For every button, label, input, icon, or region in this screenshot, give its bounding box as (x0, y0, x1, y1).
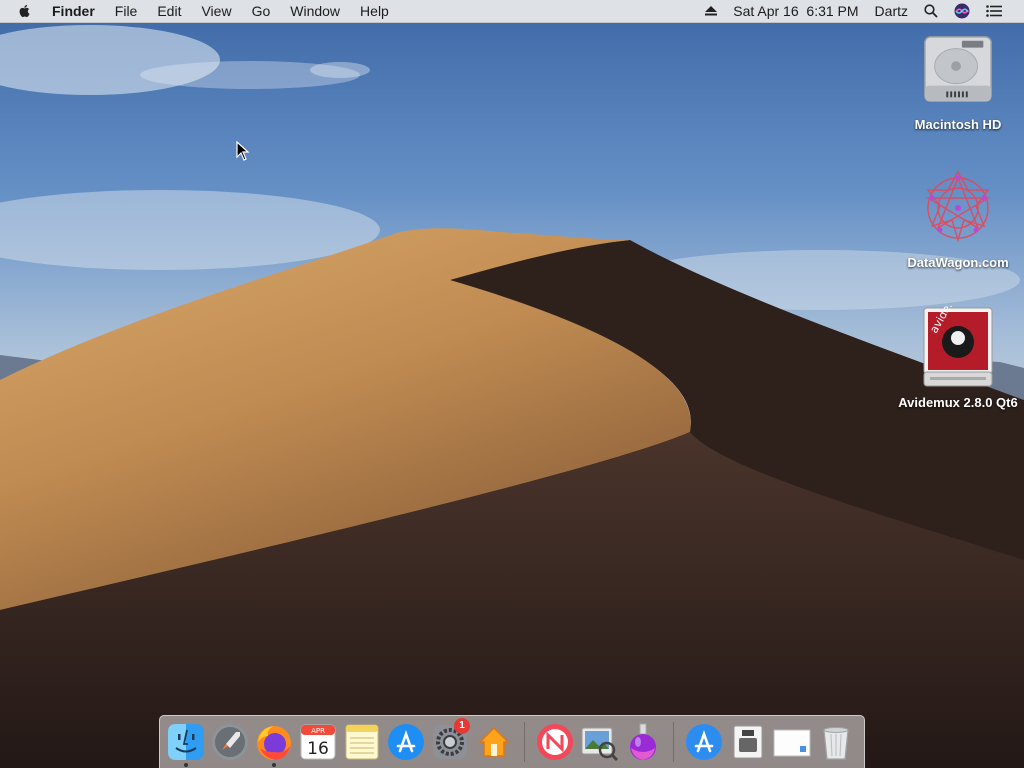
app-store-icon (388, 724, 424, 760)
home-icon (478, 726, 510, 757)
hard-drive-icon (918, 30, 998, 110)
dock-item-disk[interactable] (726, 720, 770, 764)
menu-view[interactable]: View (191, 0, 241, 22)
siri-icon[interactable] (946, 3, 978, 19)
apple-icon[interactable] (18, 2, 34, 20)
dock-item-system-preferences[interactable]: 1 (428, 718, 472, 764)
dock-item-potion[interactable] (621, 720, 665, 764)
user-name[interactable]: Dartz (867, 0, 916, 22)
menu-file[interactable]: File (105, 0, 148, 22)
menu-edit[interactable]: Edit (147, 0, 191, 22)
dock-item-downloads[interactable] (682, 720, 726, 764)
dock-item-preview[interactable] (577, 720, 621, 764)
firefox-icon (257, 726, 291, 760)
desktop-icon-macintosh-hd[interactable]: Macintosh HD (898, 30, 1018, 133)
document-icon (773, 729, 811, 757)
svg-text:APR: APR (311, 727, 325, 735)
search-icon[interactable] (916, 4, 946, 18)
dock-item-firefox[interactable] (252, 720, 296, 767)
desktop-icon-label: DataWagon.com (907, 255, 1009, 270)
dock-item-trash[interactable] (814, 720, 858, 764)
menu-help[interactable]: Help (350, 0, 399, 22)
menu-window[interactable]: Window (280, 0, 350, 22)
dock-item-calendar[interactable]: APR 16 (296, 720, 340, 764)
news-icon (537, 724, 573, 760)
dock-item-finder[interactable] (164, 720, 208, 767)
dock-item-app-store[interactable] (384, 720, 428, 764)
preview-icon (581, 727, 619, 762)
notification-badge: 1 (454, 718, 470, 734)
menu-app-finder[interactable]: Finder (42, 0, 105, 22)
svg-text:16: 16 (307, 739, 329, 759)
potion-icon (630, 723, 656, 760)
eject-icon[interactable] (697, 6, 725, 16)
trash-icon (823, 727, 849, 760)
disk-icon (733, 725, 763, 759)
menu-go[interactable]: Go (242, 0, 281, 22)
running-indicator (272, 763, 276, 767)
mouse-cursor-icon (236, 141, 250, 161)
dock-item-document[interactable] (770, 720, 814, 764)
finder-icon (168, 724, 204, 760)
downloads-icon (686, 724, 722, 760)
clock[interactable]: Sat Apr 16 6:31 PM (725, 0, 866, 22)
dock-separator (673, 722, 674, 762)
menu-bar: Finder File Edit View Go Window Help Sat… (0, 0, 1024, 23)
dock-item-news[interactable] (533, 720, 577, 764)
desktop-icon-label: Avidemux 2.8.0 Qt6 (898, 395, 1018, 410)
dock-item-home[interactable] (472, 720, 516, 764)
launchpad-icon (212, 724, 248, 760)
desktop-wallpaper (0, 0, 1024, 768)
dock-item-launchpad[interactable] (208, 720, 252, 764)
datawagon-icon (918, 168, 998, 248)
notes-icon (345, 724, 379, 760)
dock: APR 16 1 (159, 715, 865, 768)
desktop-icon-avidemux[interactable]: avidemux Avidemux 2.8.0 Qt6 (898, 306, 1018, 411)
running-indicator (184, 763, 188, 767)
desktop-icon-label: Macintosh HD (914, 117, 1002, 132)
notification-center-icon[interactable] (978, 5, 1010, 17)
calendar-icon: APR 16 (300, 724, 336, 760)
desktop-icon-datawagon[interactable]: DataWagon.com (898, 168, 1018, 271)
disk-image-icon: avidemux (918, 306, 998, 388)
dock-separator (524, 722, 525, 762)
dock-item-notes[interactable] (340, 720, 384, 764)
